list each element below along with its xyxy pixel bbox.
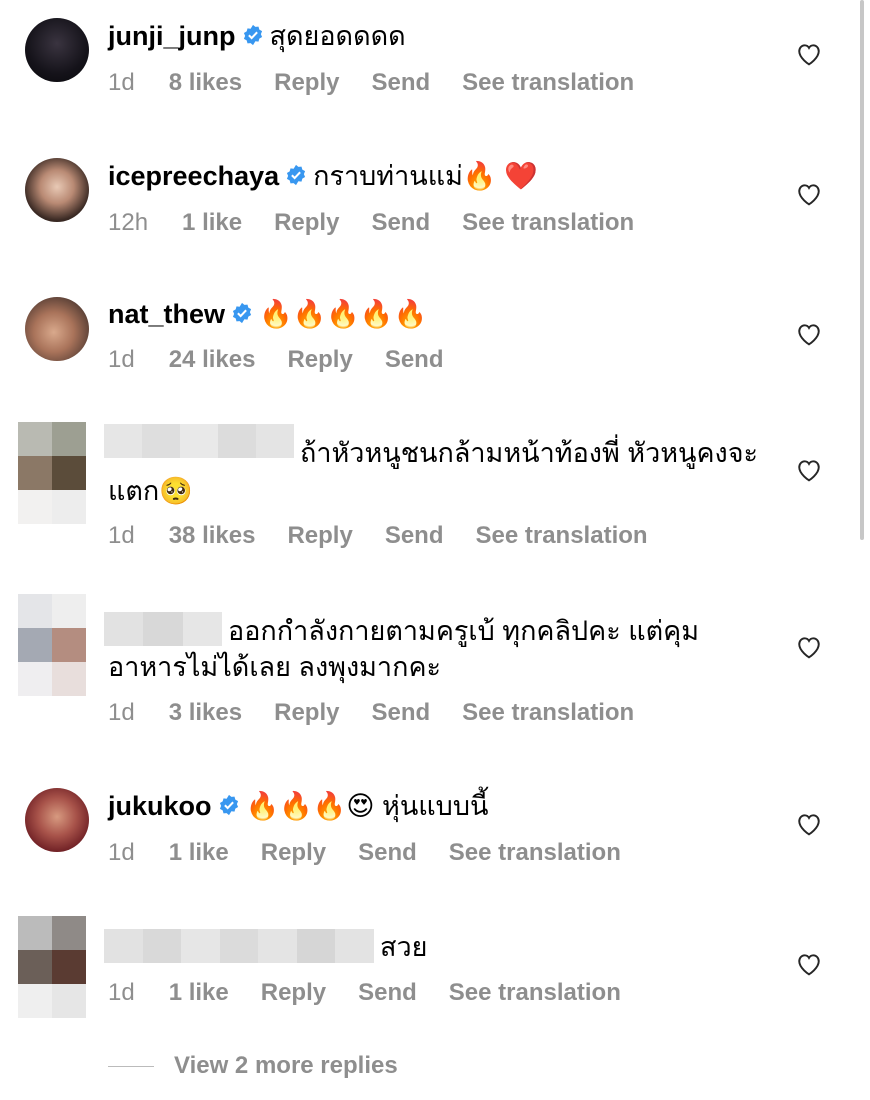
comment-text: สวย [380, 932, 428, 962]
heart-outline-icon[interactable] [796, 635, 822, 659]
reply-button[interactable]: Reply [261, 979, 326, 1006]
see-translation-button[interactable]: See translation [449, 979, 621, 1006]
likes-count[interactable]: 1 like [182, 209, 242, 236]
comment-line: jukukoo 🔥🔥🔥😍 หุ่นแบบนี้ [108, 788, 488, 824]
heart-outline-icon[interactable] [796, 42, 822, 66]
heart-outline-icon[interactable] [796, 322, 822, 346]
likes-count[interactable]: 38 likes [169, 522, 256, 549]
username[interactable]: junji_junp [108, 21, 236, 51]
comment-text-continued: แตก🥺 [108, 476, 193, 506]
avatar[interactable] [25, 18, 89, 82]
comment-text: 🔥🔥🔥🔥🔥 [259, 299, 428, 329]
heart-outline-icon[interactable] [796, 458, 822, 482]
send-button[interactable]: Send [358, 979, 417, 1006]
verified-badge-icon [232, 302, 252, 323]
comment-meta: 1d 1 like Reply Send See translation [108, 839, 653, 867]
likes-count[interactable]: 1 like [169, 839, 229, 866]
avatar[interactable] [25, 788, 89, 852]
divider [108, 1065, 154, 1067]
comment-line: nat_thew 🔥🔥🔥🔥🔥 [108, 296, 427, 332]
reply-button[interactable]: Reply [274, 699, 339, 726]
comment-text: สุดยอดดดด [269, 21, 406, 51]
comment-meta: 12h 1 like Reply Send See translation [108, 209, 666, 237]
scrollbar[interactable] [860, 0, 864, 540]
send-button[interactable]: Send [385, 346, 444, 373]
comment-line: สวย [380, 929, 427, 965]
timestamp: 1d [108, 346, 135, 373]
avatar[interactable] [25, 297, 89, 361]
see-translation-button[interactable]: See translation [462, 69, 634, 96]
comment-meta: 1d 24 likes Reply Send [108, 346, 476, 374]
reply-button[interactable]: Reply [274, 209, 339, 236]
see-translation-button[interactable]: See translation [449, 839, 621, 866]
blurred-username[interactable] [104, 612, 222, 646]
timestamp: 1d [108, 522, 135, 549]
view-more-replies-button[interactable]: View 2 more replies [108, 1052, 398, 1080]
timestamp: 1d [108, 699, 135, 726]
comment-line: icepreechaya กราบท่านแม่🔥 ❤️ [108, 158, 538, 194]
comment-text: ถ้าหัวหนูชนกล้ามหน้าท้องพี่ หัวหนูคงจะ [300, 438, 759, 468]
avatar[interactable] [18, 422, 86, 524]
view-more-replies-label[interactable]: View 2 more replies [174, 1052, 398, 1080]
comment-meta: 1d 38 likes Reply Send See translation [108, 522, 680, 550]
avatar[interactable] [18, 594, 86, 696]
reply-button[interactable]: Reply [261, 839, 326, 866]
send-button[interactable]: Send [371, 209, 430, 236]
timestamp: 1d [108, 69, 135, 96]
blurred-username[interactable] [104, 929, 375, 963]
comment-text-continued: อาหารไม่ได้เลย ลงพุงมากคะ [108, 652, 442, 682]
comment-line: ออกกำลังกายตามครูเบ้ ทุกคลิปคะ แต่คุม [228, 613, 699, 649]
comment-text: กราบท่านแม่🔥 ❤️ [313, 161, 538, 191]
comment-line: ถ้าหัวหนูชนกล้ามหน้าท้องพี่ หัวหนูคงจะ [300, 435, 758, 471]
comment-text: 🔥🔥🔥😍 หุ่นแบบนี้ [245, 791, 489, 821]
heart-outline-icon[interactable] [796, 952, 822, 976]
timestamp: 12h [108, 209, 149, 236]
see-translation-button[interactable]: See translation [462, 699, 634, 726]
likes-count[interactable]: 3 likes [169, 699, 242, 726]
username[interactable]: jukukoo [108, 791, 212, 821]
comment-meta: 1d 1 like Reply Send See translation [108, 979, 653, 1007]
verified-badge-icon [219, 794, 238, 815]
likes-count[interactable]: 24 likes [169, 346, 256, 373]
comment-meta: 1d 8 likes Reply Send See translation [108, 69, 666, 97]
username[interactable]: nat_thew [108, 299, 225, 329]
see-translation-button[interactable]: See translation [476, 522, 648, 549]
heart-outline-icon[interactable] [796, 182, 822, 206]
likes-count[interactable]: 1 like [169, 979, 229, 1006]
avatar[interactable] [18, 916, 86, 1018]
timestamp: 1d [108, 979, 135, 1006]
reply-button[interactable]: Reply [287, 346, 352, 373]
avatar[interactable] [25, 158, 89, 222]
comment-meta: 1d 3 likes Reply Send See translation [108, 699, 666, 727]
send-button[interactable]: Send [371, 699, 430, 726]
send-button[interactable]: Send [358, 839, 417, 866]
reply-button[interactable]: Reply [274, 69, 339, 96]
blurred-username[interactable] [104, 424, 294, 458]
verified-badge-icon [287, 164, 306, 185]
comment-text: ออกกำลังกายตามครูเบ้ ทุกคลิปคะ แต่คุม [228, 616, 700, 646]
timestamp: 1d [108, 839, 135, 866]
send-button[interactable]: Send [385, 522, 444, 549]
reply-button[interactable]: Reply [287, 522, 352, 549]
heart-outline-icon[interactable] [796, 812, 822, 836]
username[interactable]: icepreechaya [108, 161, 279, 191]
comment-line: junji_junp สุดยอดดดด [108, 18, 406, 54]
likes-count[interactable]: 8 likes [169, 69, 242, 96]
verified-badge-icon [243, 24, 262, 45]
see-translation-button[interactable]: See translation [462, 209, 634, 236]
send-button[interactable]: Send [371, 69, 430, 96]
